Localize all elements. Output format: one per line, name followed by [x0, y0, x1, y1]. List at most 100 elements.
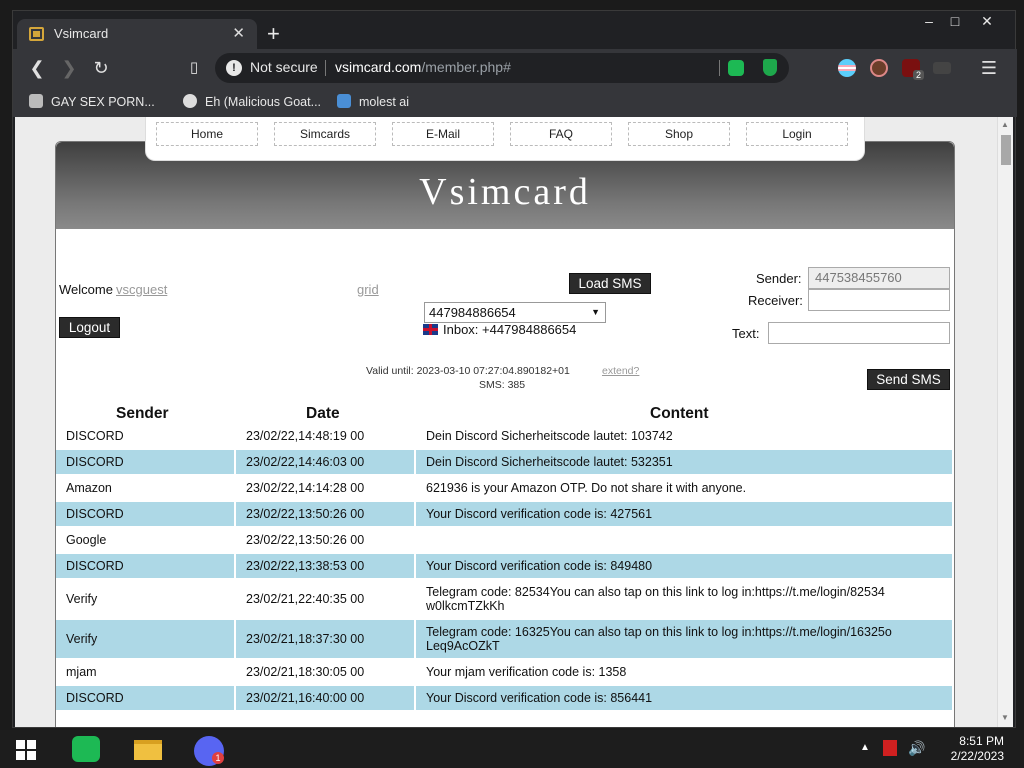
shield-extension-icon[interactable] — [763, 59, 777, 76]
flag-extension-icon[interactable] — [838, 59, 856, 77]
tab-vsimcard[interactable]: Vsimcard ✕ — [17, 19, 257, 49]
table-row: Amazon 23/02/22,14:14:28 00 621936 is yo… — [56, 476, 952, 500]
header-date: Date — [306, 405, 340, 422]
url-domain: vsimcard.com — [335, 59, 422, 75]
uk-flag-icon — [423, 324, 438, 335]
site-brand: Vsimcard — [419, 171, 591, 213]
address-bar[interactable]: ! Not secure vsimcard.com/member.php# — [215, 53, 789, 83]
cell-date: 23/02/21,18:37:30 00 — [236, 620, 414, 658]
tray-flag-icon[interactable] — [883, 740, 897, 756]
cell-content: Dein Discord Sicherheitscode lautet: 103… — [426, 429, 673, 443]
text-field[interactable] — [768, 322, 950, 344]
nav-shop[interactable]: Shop — [628, 122, 730, 146]
cell-content: Your Discord verification code is: 84948… — [416, 554, 952, 578]
menu-icon[interactable]: ☰ — [977, 56, 1001, 80]
cell-sender: DISCORD — [56, 686, 234, 710]
tab-title: Vsimcard — [54, 26, 109, 41]
username-link[interactable]: vscguest — [116, 282, 167, 297]
simcard-icon — [29, 27, 44, 41]
nav-faq[interactable]: FAQ — [510, 122, 612, 146]
cell-sender: Verify — [56, 620, 234, 658]
header-sender: Sender — [116, 405, 169, 422]
cell-date: 23/02/22,14:48:19 00 — [246, 429, 365, 443]
discord-taskbar-icon[interactable]: 1 — [190, 734, 230, 766]
cell-content: Your Discord verification code is: 85644… — [416, 686, 952, 710]
not-secure-label[interactable]: Not secure — [250, 59, 318, 75]
bookmark-favicon-icon — [29, 94, 43, 108]
cell-content — [416, 528, 952, 552]
table-row: Google 23/02/22,13:50:26 00 — [56, 528, 952, 552]
windows-start-icon[interactable] — [16, 740, 36, 760]
selected-number: 447984886654 — [429, 305, 516, 320]
extension-badge: 2 — [913, 70, 925, 80]
sms-count: SMS: 385 — [479, 379, 526, 391]
url-text[interactable]: vsimcard.com/member.php# — [335, 59, 511, 75]
extend-link[interactable]: extend? — [602, 365, 639, 377]
table-row: DISCORD 23/02/22,13:38:53 00 Your Discor… — [56, 554, 952, 578]
url-path: /member.php# — [421, 59, 511, 75]
page-viewport: ▲ ▼ Vsimcard Welcome vscguest grid 44798… — [15, 117, 1013, 727]
browser-window: – □ ✕ Vsimcard ✕ + ❮ ❯ ↻ ▯ ! Not secure … — [12, 10, 1017, 728]
welcome-label: Welcome — [59, 282, 113, 297]
file-explorer-icon[interactable] — [128, 734, 168, 766]
table-row: DISCORD 23/02/22,14:46:03 00 Dein Discor… — [56, 450, 952, 474]
dropdown-arrow-icon: ▼ — [591, 307, 600, 317]
table-row: DISCORD 23/02/22,14:48:19 00 Dein Discor… — [56, 424, 952, 448]
divider — [719, 60, 720, 76]
tab-strip: Vsimcard ✕ + — [13, 11, 1017, 49]
scroll-up-icon[interactable]: ▲ — [1001, 120, 1009, 129]
tray-chevron-icon[interactable]: ▲ — [860, 742, 870, 753]
valid-until-text: Valid until: 2023-03-10 07:27:04.890182+… — [366, 365, 570, 377]
bookmark-item[interactable]: GAY SEX PORN... — [29, 94, 155, 109]
reload-icon[interactable]: ↻ — [89, 56, 113, 80]
load-sms-button[interactable]: Load SMS — [569, 273, 651, 294]
bookmark-item[interactable]: molest ai — [337, 94, 409, 109]
site-nav: Home Simcards E-Mail FAQ Shop Login — [145, 117, 865, 161]
send-sms-button[interactable]: Send SMS — [867, 369, 950, 390]
bookmark-favicon-icon — [337, 94, 351, 108]
bookmark-item[interactable]: Eh (Malicious Goat... — [183, 94, 321, 109]
cell-date: 23/02/22,14:46:03 00 — [236, 450, 414, 474]
toolbar: ❮ ❯ ↻ ▯ ! Not secure vsimcard.com/member… — [13, 49, 1017, 87]
system-clock[interactable]: 8:51 PM 2/22/2023 — [951, 734, 1004, 764]
cell-date: 23/02/21,18:30:05 00 — [246, 665, 365, 679]
table-row: DISCORD 23/02/22,13:50:26 00 Your Discor… — [56, 502, 952, 526]
forward-icon[interactable]: ❯ — [57, 56, 81, 80]
sender-field[interactable]: 447538455760 — [808, 267, 950, 289]
new-tab-button[interactable]: + — [267, 21, 280, 47]
taskbar: 1 ▲ 🔊 8:51 PM 2/22/2023 — [0, 730, 1024, 768]
nav-home[interactable]: Home — [156, 122, 258, 146]
scrollbar-thumb[interactable] — [1001, 135, 1011, 165]
close-tab-icon[interactable]: ✕ — [232, 24, 245, 42]
volume-icon[interactable]: 🔊 — [908, 740, 925, 757]
table-row: Verify 23/02/21,22:40:35 00 Telegram cod… — [56, 580, 952, 618]
receiver-field[interactable] — [808, 289, 950, 311]
cell-date: 23/02/22,13:38:53 00 — [236, 554, 414, 578]
number-select[interactable]: 447984886654 ▼ — [424, 302, 606, 323]
cell-content: Dein Discord Sicherheitscode lautet: 532… — [416, 450, 952, 474]
extension-icon[interactable] — [933, 62, 951, 74]
spotify-extension-icon[interactable] — [728, 60, 744, 76]
avatar-extension-icon[interactable] — [870, 59, 888, 77]
nav-login[interactable]: Login — [746, 122, 848, 146]
bookmarks-bar: GAY SEX PORN... Eh (Malicious Goat... mo… — [13, 87, 1017, 117]
table-row: DISCORD 23/02/21,16:40:00 00 Your Discor… — [56, 686, 952, 710]
nav-simcards[interactable]: Simcards — [274, 122, 376, 146]
scrollbar[interactable]: ▲ ▼ — [997, 117, 1013, 727]
cell-content: Your mjam verification code is: 1358 — [426, 665, 627, 679]
globe-icon — [183, 94, 197, 108]
info-icon[interactable]: ! — [226, 60, 242, 76]
cell-sender: DISCORD — [66, 429, 124, 443]
grid-link[interactable]: grid — [357, 282, 379, 297]
scroll-down-icon[interactable]: ▼ — [1001, 713, 1009, 722]
back-icon[interactable]: ❮ — [25, 56, 49, 80]
divider — [325, 60, 326, 76]
clock-time: 8:51 PM — [959, 734, 1004, 748]
cell-content: Telegram code: 16325You can also tap on … — [416, 620, 952, 658]
nav-email[interactable]: E-Mail — [392, 122, 494, 146]
bookmark-icon[interactable]: ▯ — [182, 56, 206, 80]
sender-label: Sender: — [756, 271, 802, 286]
logout-button[interactable]: Logout — [59, 317, 120, 338]
table-row: Verify 23/02/21,18:37:30 00 Telegram cod… — [56, 620, 952, 658]
spotify-taskbar-icon[interactable] — [66, 734, 106, 766]
